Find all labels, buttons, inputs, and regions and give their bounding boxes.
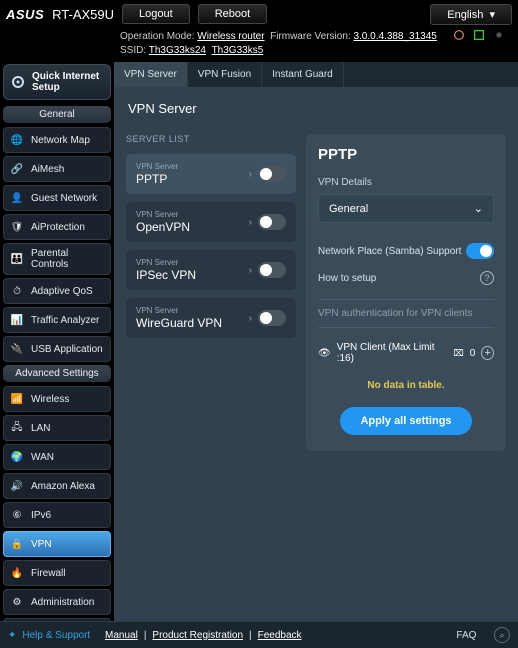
tab-vpn-server[interactable]: VPN Server [114,62,188,87]
nav-ipv6[interactable]: ⑥IPv6 [3,502,111,528]
ssid2-link[interactable]: Th3G33ks5 [212,45,264,56]
eye-icon[interactable]: 👁 [318,348,331,359]
server-list-header: SERVER LIST [126,134,296,144]
vpn-icon: 🔒 [9,536,25,552]
auth-label: VPN authentication for VPN clients [318,308,494,319]
empty-table-message: No data in table. [318,370,494,401]
divider [318,327,494,328]
chevron-right-icon: › [249,217,252,228]
detail-panel: PPTP VPN Details General ⌄ Network Place… [306,134,506,451]
tab-instant-guard[interactable]: Instant Guard [262,62,344,87]
samba-label: Network Place (Samba) Support [318,246,461,257]
reboot-button[interactable]: Reboot [198,4,267,24]
admin-icon: ⚙ [9,594,25,610]
help-support-link[interactable]: Help & Support [22,630,90,641]
wifi-icon: 📶 [9,391,25,407]
help-icon[interactable]: ? [480,271,494,285]
client-label: VPN Client (Max Limit :16) [337,342,442,364]
chevron-right-icon: › [249,265,252,276]
ssid1-link[interactable]: Th3G33ks24 [149,45,206,56]
wan-icon: 🌍 [9,449,25,465]
chevron-right-icon: › [249,313,252,324]
main-content: VPN Server VPN Fusion Instant Guard VPN … [114,62,518,621]
family-icon: 👪 [9,251,25,267]
sidebar: Quick Internet Setup General 🌐Network Ma… [0,62,114,621]
guest-icon: 👤 [9,190,25,206]
nav-aimesh[interactable]: 🔗AiMesh [3,156,111,182]
usb-icon: 🔌 [9,341,25,357]
tab-bar: VPN Server VPN Fusion Instant Guard [114,62,518,87]
usb-status-icon[interactable] [452,28,466,42]
nav-usb-application[interactable]: 🔌USB Application [3,336,111,362]
toggle-samba[interactable] [466,243,494,259]
logout-button[interactable]: Logout [122,4,190,24]
firewall-icon: 🔥 [9,565,25,581]
nav-amazon-alexa[interactable]: 🔊Amazon Alexa [3,473,111,499]
registration-link[interactable]: Product Registration [152,630,243,641]
mesh-icon: 🔗 [9,161,25,177]
nav-traffic-analyzer[interactable]: 📊Traffic Analyzer [3,307,111,333]
search-icon[interactable]: ⌕ [494,627,510,643]
nav-guest-network[interactable]: 👤Guest Network [3,185,111,211]
nav-wireless[interactable]: 📶Wireless [3,386,111,412]
ipv6-icon: ⑥ [9,507,25,523]
language-dropdown[interactable]: English ▾ [430,4,512,25]
network-status-icon[interactable] [472,28,486,42]
op-mode-link[interactable]: Wireless router [197,31,264,42]
nav-network-map[interactable]: 🌐Network Map [3,127,111,153]
page-title: VPN Server [128,101,506,116]
nav-administration[interactable]: ⚙Administration [3,589,111,615]
vpn-details-select[interactable]: General ⌄ [318,194,494,223]
device-count: 0 [470,348,476,359]
server-ipsec[interactable]: VPN ServerIPSec VPN › [126,250,296,290]
server-list: SERVER LIST VPN ServerPPTP › VPN ServerO… [126,134,296,451]
vpn-details-label: VPN Details [318,177,494,188]
server-openvpn[interactable]: VPN ServerOpenVPN › [126,202,296,242]
add-client-button[interactable]: + [481,346,494,360]
nav-aiprotection[interactable]: 🛡AiProtection [3,214,111,240]
toggle-wireguard[interactable] [258,310,286,326]
speed-icon: ⏱ [9,283,25,299]
sidebar-section-advanced: Advanced Settings [3,365,111,382]
nav-vpn[interactable]: 🔒VPN [3,531,111,557]
fw-link[interactable]: 3.0.0.4.388_31345 [353,31,436,42]
sidebar-section-general: General [3,106,111,123]
status-line: Operation Mode: Wireless router Firmware… [0,28,518,62]
server-pptp[interactable]: VPN ServerPPTP › [126,154,296,194]
nav-firewall[interactable]: 🔥Firewall [3,560,111,586]
divider [318,299,494,300]
server-wireguard[interactable]: VPN ServerWireGuard VPN › [126,298,296,338]
chart-icon: 📊 [9,312,25,328]
toggle-ipsec[interactable] [258,262,286,278]
shield-icon: 🛡 [9,219,25,235]
panel-title: PPTP [318,146,494,163]
logo: ASUS [6,7,44,22]
feedback-link[interactable]: Feedback [258,630,302,641]
footer: ✦ Help & Support Manual | Product Regist… [0,621,518,648]
apply-button[interactable]: Apply all settings [340,407,471,435]
nav-adaptive-qos[interactable]: ⏱Adaptive QoS [3,278,111,304]
nav-lan[interactable]: 🖧LAN [3,415,111,441]
extra-status-icon[interactable] [492,28,506,42]
nav-parental-controls[interactable]: 👪Parental Controls [3,243,111,275]
chevron-down-icon: ⌄ [474,202,483,215]
top-bar: ASUS RT-AX59U Logout Reboot English ▾ [0,0,518,28]
alexa-icon: 🔊 [9,478,25,494]
manual-link[interactable]: Manual [105,630,138,641]
toggle-pptp[interactable] [258,166,286,182]
chevron-right-icon: › [249,169,252,180]
nav-wan[interactable]: 🌍WAN [3,444,111,470]
lan-icon: 🖧 [9,420,25,436]
gear-icon [10,74,26,90]
howto-label: How to setup [318,273,376,284]
device-icon: ⌧ [453,348,463,359]
tab-vpn-fusion[interactable]: VPN Fusion [188,62,262,87]
toggle-openvpn[interactable] [258,214,286,230]
quick-internet-setup[interactable]: Quick Internet Setup [3,64,111,100]
model-name: RT-AX59U [52,7,114,22]
globe-icon: 🌐 [9,132,25,148]
faq-link[interactable]: FAQ [456,630,476,641]
